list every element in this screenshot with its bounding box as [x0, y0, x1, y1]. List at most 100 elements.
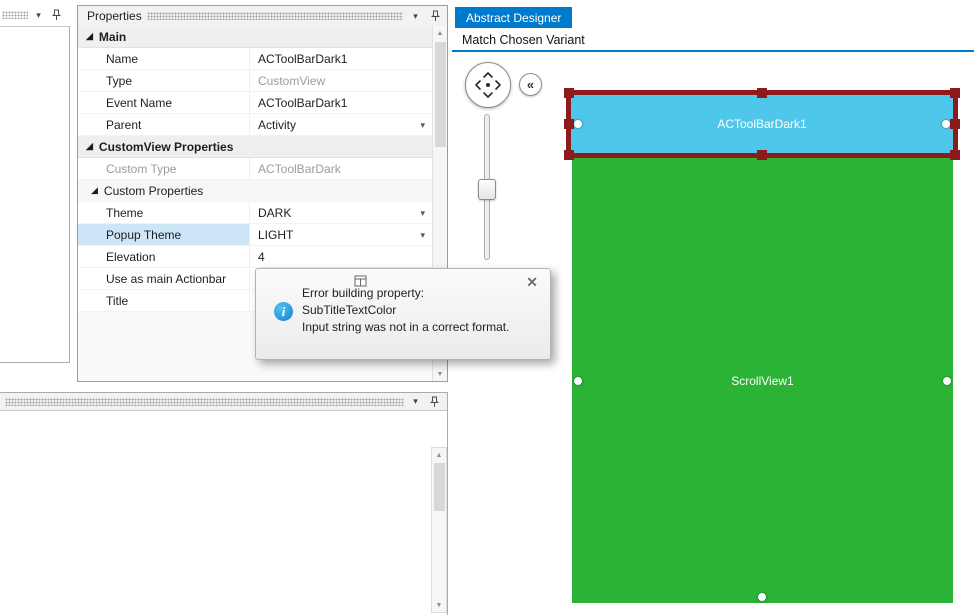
property-row-theme[interactable]: Theme DARK ▾: [78, 202, 432, 224]
property-value-text: Activity: [258, 117, 297, 132]
property-value: CustomView: [250, 70, 432, 91]
pan-arrows-icon: [475, 72, 501, 98]
category-label: CustomView Properties: [98, 139, 234, 154]
error-line-3: Input string was not in a correct format…: [302, 320, 510, 334]
resize-dot-scrollview-bottom[interactable]: [758, 593, 766, 601]
property-category-customview-properties[interactable]: ◢ CustomView Properties: [78, 136, 432, 158]
bottom-panel-scrollbar[interactable]: ▲ ▼: [431, 447, 447, 613]
error-message: Error building property: SubTitleTextCol…: [302, 285, 544, 336]
property-label-text: Type: [106, 73, 133, 88]
scroll-up-icon[interactable]: ▲: [433, 26, 447, 40]
selection-handle-top-right[interactable]: [950, 88, 960, 98]
property-label[interactable]: Use as main Actionbar: [78, 268, 250, 289]
scroll-down-icon[interactable]: ▼: [432, 598, 446, 612]
property-label[interactable]: Name: [78, 48, 250, 69]
selection-handle-bottom-right[interactable]: [950, 150, 960, 160]
property-label[interactable]: Theme: [78, 202, 250, 223]
property-label-text: Theme: [106, 205, 144, 220]
property-label-text: Popup Theme: [106, 227, 182, 242]
pin-icon[interactable]: [427, 394, 442, 409]
drag-grip[interactable]: [5, 397, 404, 406]
property-row-parent[interactable]: Parent Activity ▾: [78, 114, 432, 136]
collapse-triangle-icon[interactable]: ◢: [86, 142, 93, 151]
property-row-name[interactable]: Name ACToolBarDark1: [78, 48, 432, 70]
property-value[interactable]: DARK ▾: [250, 202, 432, 223]
error-line-1: Error building property:: [302, 286, 425, 300]
property-label-text: Elevation: [106, 249, 156, 264]
collapse-triangle-icon[interactable]: ◢: [91, 186, 98, 195]
property-label-text: Use as main Actionbar: [106, 271, 227, 286]
error-tooltip: ✕ i Error building property: SubTitleTex…: [255, 268, 551, 360]
dropdown-arrow-icon[interactable]: ▾: [420, 230, 425, 241]
selection-handle-mid-right[interactable]: [950, 119, 960, 129]
window-menu-icon[interactable]: ▾: [408, 9, 423, 24]
variant-label: Match Chosen Variant: [462, 33, 585, 47]
property-label-text: Custom Type: [106, 161, 177, 176]
resize-dot-toolbar-left[interactable]: [574, 120, 582, 128]
selection-handle-mid-left[interactable]: [564, 119, 574, 129]
left-panel-header[interactable]: ▾: [2, 6, 68, 24]
property-label: Custom Type: [78, 158, 250, 179]
property-label-text: Event Name: [106, 95, 173, 110]
window-menu-icon[interactable]: ▾: [31, 8, 46, 23]
property-value[interactable]: ACToolBarDark1: [250, 92, 432, 113]
window-menu-icon[interactable]: ▾: [408, 394, 423, 409]
drag-grip[interactable]: [146, 12, 403, 20]
scroll-down-icon[interactable]: ▼: [433, 367, 447, 381]
property-label-text: Name: [106, 51, 139, 66]
property-row-elevation[interactable]: Elevation 4: [78, 246, 432, 268]
property-row-popup-theme[interactable]: Popup Theme LIGHT ▾: [78, 224, 432, 246]
scrollview-label: ScrollView1: [731, 373, 794, 388]
property-label[interactable]: Parent: [78, 114, 250, 135]
actoolbar-element[interactable]: ACToolBarDark1: [571, 95, 953, 153]
selection-handle-bottom-left[interactable]: [564, 150, 574, 160]
bottom-panel: ▾ ▲ ▼: [0, 392, 448, 615]
properties-panel-header[interactable]: Properties ▾: [78, 6, 447, 26]
resize-dot-toolbar-right[interactable]: [942, 120, 950, 128]
drag-grip[interactable]: [2, 11, 28, 19]
application-window: ▾ Properties ▾ ◢ Main Name ACToolBarDark…: [0, 0, 974, 615]
scrollbar-thumb[interactable]: [434, 463, 445, 511]
scroll-up-icon[interactable]: ▲: [432, 448, 446, 462]
pin-icon[interactable]: [428, 9, 443, 24]
scrollbar-thumb[interactable]: [435, 42, 446, 147]
selection-handle-bottom-center[interactable]: [757, 150, 767, 160]
dropdown-arrow-icon[interactable]: ▾: [420, 208, 425, 219]
left-panel-body: [0, 26, 70, 363]
property-label[interactable]: Elevation: [78, 246, 250, 267]
property-value[interactable]: Activity ▾: [250, 114, 432, 135]
property-value[interactable]: LIGHT ▾: [250, 224, 432, 245]
dropdown-arrow-icon[interactable]: ▾: [420, 120, 425, 131]
bottom-panel-header[interactable]: ▾: [0, 393, 447, 411]
selection-handle-top-left[interactable]: [564, 88, 574, 98]
property-value[interactable]: 4: [250, 246, 432, 267]
collapse-tools-button[interactable]: «: [519, 73, 542, 96]
property-category-main[interactable]: ◢ Main: [78, 26, 432, 48]
property-label[interactable]: Title: [78, 290, 250, 311]
tab-abstract-designer[interactable]: Abstract Designer: [455, 7, 573, 28]
property-subcategory-custom-properties[interactable]: ◢ Custom Properties: [78, 180, 432, 202]
properties-title: Properties: [87, 9, 142, 23]
property-label[interactable]: Event Name: [78, 92, 250, 113]
pan-control[interactable]: [465, 62, 511, 108]
property-value-text: CustomView: [258, 73, 326, 88]
property-value: ACToolBarDark: [250, 158, 432, 179]
collapse-triangle-icon[interactable]: ◢: [86, 32, 93, 41]
error-line-2: SubTitleTextColor: [302, 303, 397, 317]
resize-dot-scrollview-left[interactable]: [574, 377, 582, 385]
info-icon: i: [274, 302, 293, 321]
property-row-event-name[interactable]: Event Name ACToolBarDark1: [78, 92, 432, 114]
zoom-slider-thumb[interactable]: [478, 179, 496, 200]
pin-icon[interactable]: [49, 8, 64, 23]
resize-dot-scrollview-right[interactable]: [943, 377, 951, 385]
scrollview-element[interactable]: ScrollView1: [572, 158, 953, 603]
property-row-custom-type[interactable]: Custom Type ACToolBarDark: [78, 158, 432, 180]
property-value-text: LIGHT: [258, 227, 294, 242]
designer-accent-divider: [452, 50, 974, 52]
category-label: Custom Properties: [103, 183, 204, 198]
property-label[interactable]: Type: [78, 70, 250, 91]
property-row-type[interactable]: Type CustomView: [78, 70, 432, 92]
selection-handle-top-center[interactable]: [757, 88, 767, 98]
property-value[interactable]: ACToolBarDark1: [250, 48, 432, 69]
property-label[interactable]: Popup Theme: [78, 224, 250, 245]
